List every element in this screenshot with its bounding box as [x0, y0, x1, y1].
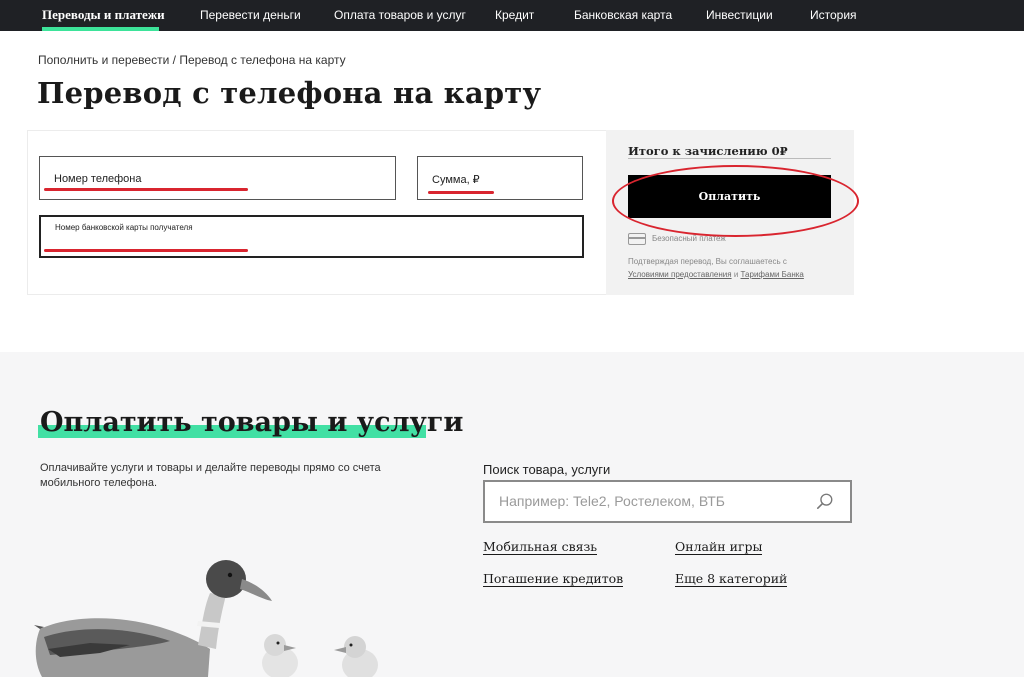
nav-item-investments[interactable]: Инвестиции	[706, 8, 773, 22]
terms-link-conditions[interactable]: Условиями предоставления	[628, 270, 732, 279]
secure-payment-text: Безопасный платеж	[652, 234, 726, 244]
duck-illustration	[34, 560, 378, 677]
annotation-underline-amount	[428, 191, 494, 194]
terms-link-tariffs[interactable]: Тарифами Банка	[741, 270, 804, 279]
phone-number-field[interactable]: Номер телефона	[39, 156, 396, 200]
terms-text: Подтверждая перевод, Вы соглашаетесь с Ус…	[628, 255, 838, 281]
services-description: Оплачивайте услуги и товары и делайте пе…	[40, 462, 381, 489]
annotation-underline-card	[44, 249, 248, 252]
nav-item-pay-goods-services[interactable]: Оплата товаров и услуг	[334, 8, 466, 22]
search-label: Поиск товара, услуги	[483, 462, 611, 477]
secure-payment-note: Безопасный платеж	[628, 233, 726, 245]
search-input[interactable]	[499, 493, 799, 509]
nav-item-send-money[interactable]: Перевести деньги	[200, 8, 301, 22]
annotation-underline-phone	[44, 188, 248, 191]
breadcrumb-link-topup[interactable]: Пополнить и перевести	[38, 53, 169, 67]
card-icon	[628, 233, 646, 245]
breadcrumb: Пополнить и перевести / Перевод с телефо…	[38, 53, 346, 67]
category-loan-repayment[interactable]: Погашение кредитов	[483, 571, 624, 587]
terms-and: и	[731, 270, 741, 279]
terms-prefix: Подтверждая перевод, Вы соглашаетесь с	[628, 257, 787, 266]
card-number-label: Номер банковской карты получателя	[55, 223, 193, 232]
nav-item-credit[interactable]: Кредит	[495, 8, 534, 22]
search-icon[interactable]	[816, 492, 834, 510]
category-online-games[interactable]: Онлайн игры	[675, 539, 763, 555]
transfer-form-panel	[27, 130, 607, 295]
phone-number-label: Номер телефона	[54, 173, 142, 185]
total-divider	[628, 158, 831, 159]
nav-item-bank-card[interactable]: Банковская карта	[574, 8, 672, 22]
nav-item-transfers-payments[interactable]: Переводы и платежи	[42, 7, 165, 23]
services-title: Оплатить товары и услуги	[40, 407, 464, 438]
category-more[interactable]: Еще 8 категорий	[675, 571, 788, 587]
search-box	[483, 480, 852, 523]
category-mobile[interactable]: Мобильная связь	[483, 539, 598, 555]
breadcrumb-separator: /	[169, 53, 180, 67]
nav-item-history[interactable]: История	[810, 8, 857, 22]
amount-label: Сумма, ₽	[432, 174, 480, 186]
top-navigation: Переводы и платежи Перевести деньги Опла…	[0, 0, 1024, 31]
breadcrumb-current: Перевод с телефона на карту	[179, 53, 346, 67]
pay-button[interactable]: Оплатить	[628, 175, 831, 218]
total-amount: Итого к зачислению 0₽	[628, 144, 788, 158]
active-tab-indicator	[42, 27, 159, 31]
page-title: Перевод с телефона на карту	[37, 76, 542, 110]
